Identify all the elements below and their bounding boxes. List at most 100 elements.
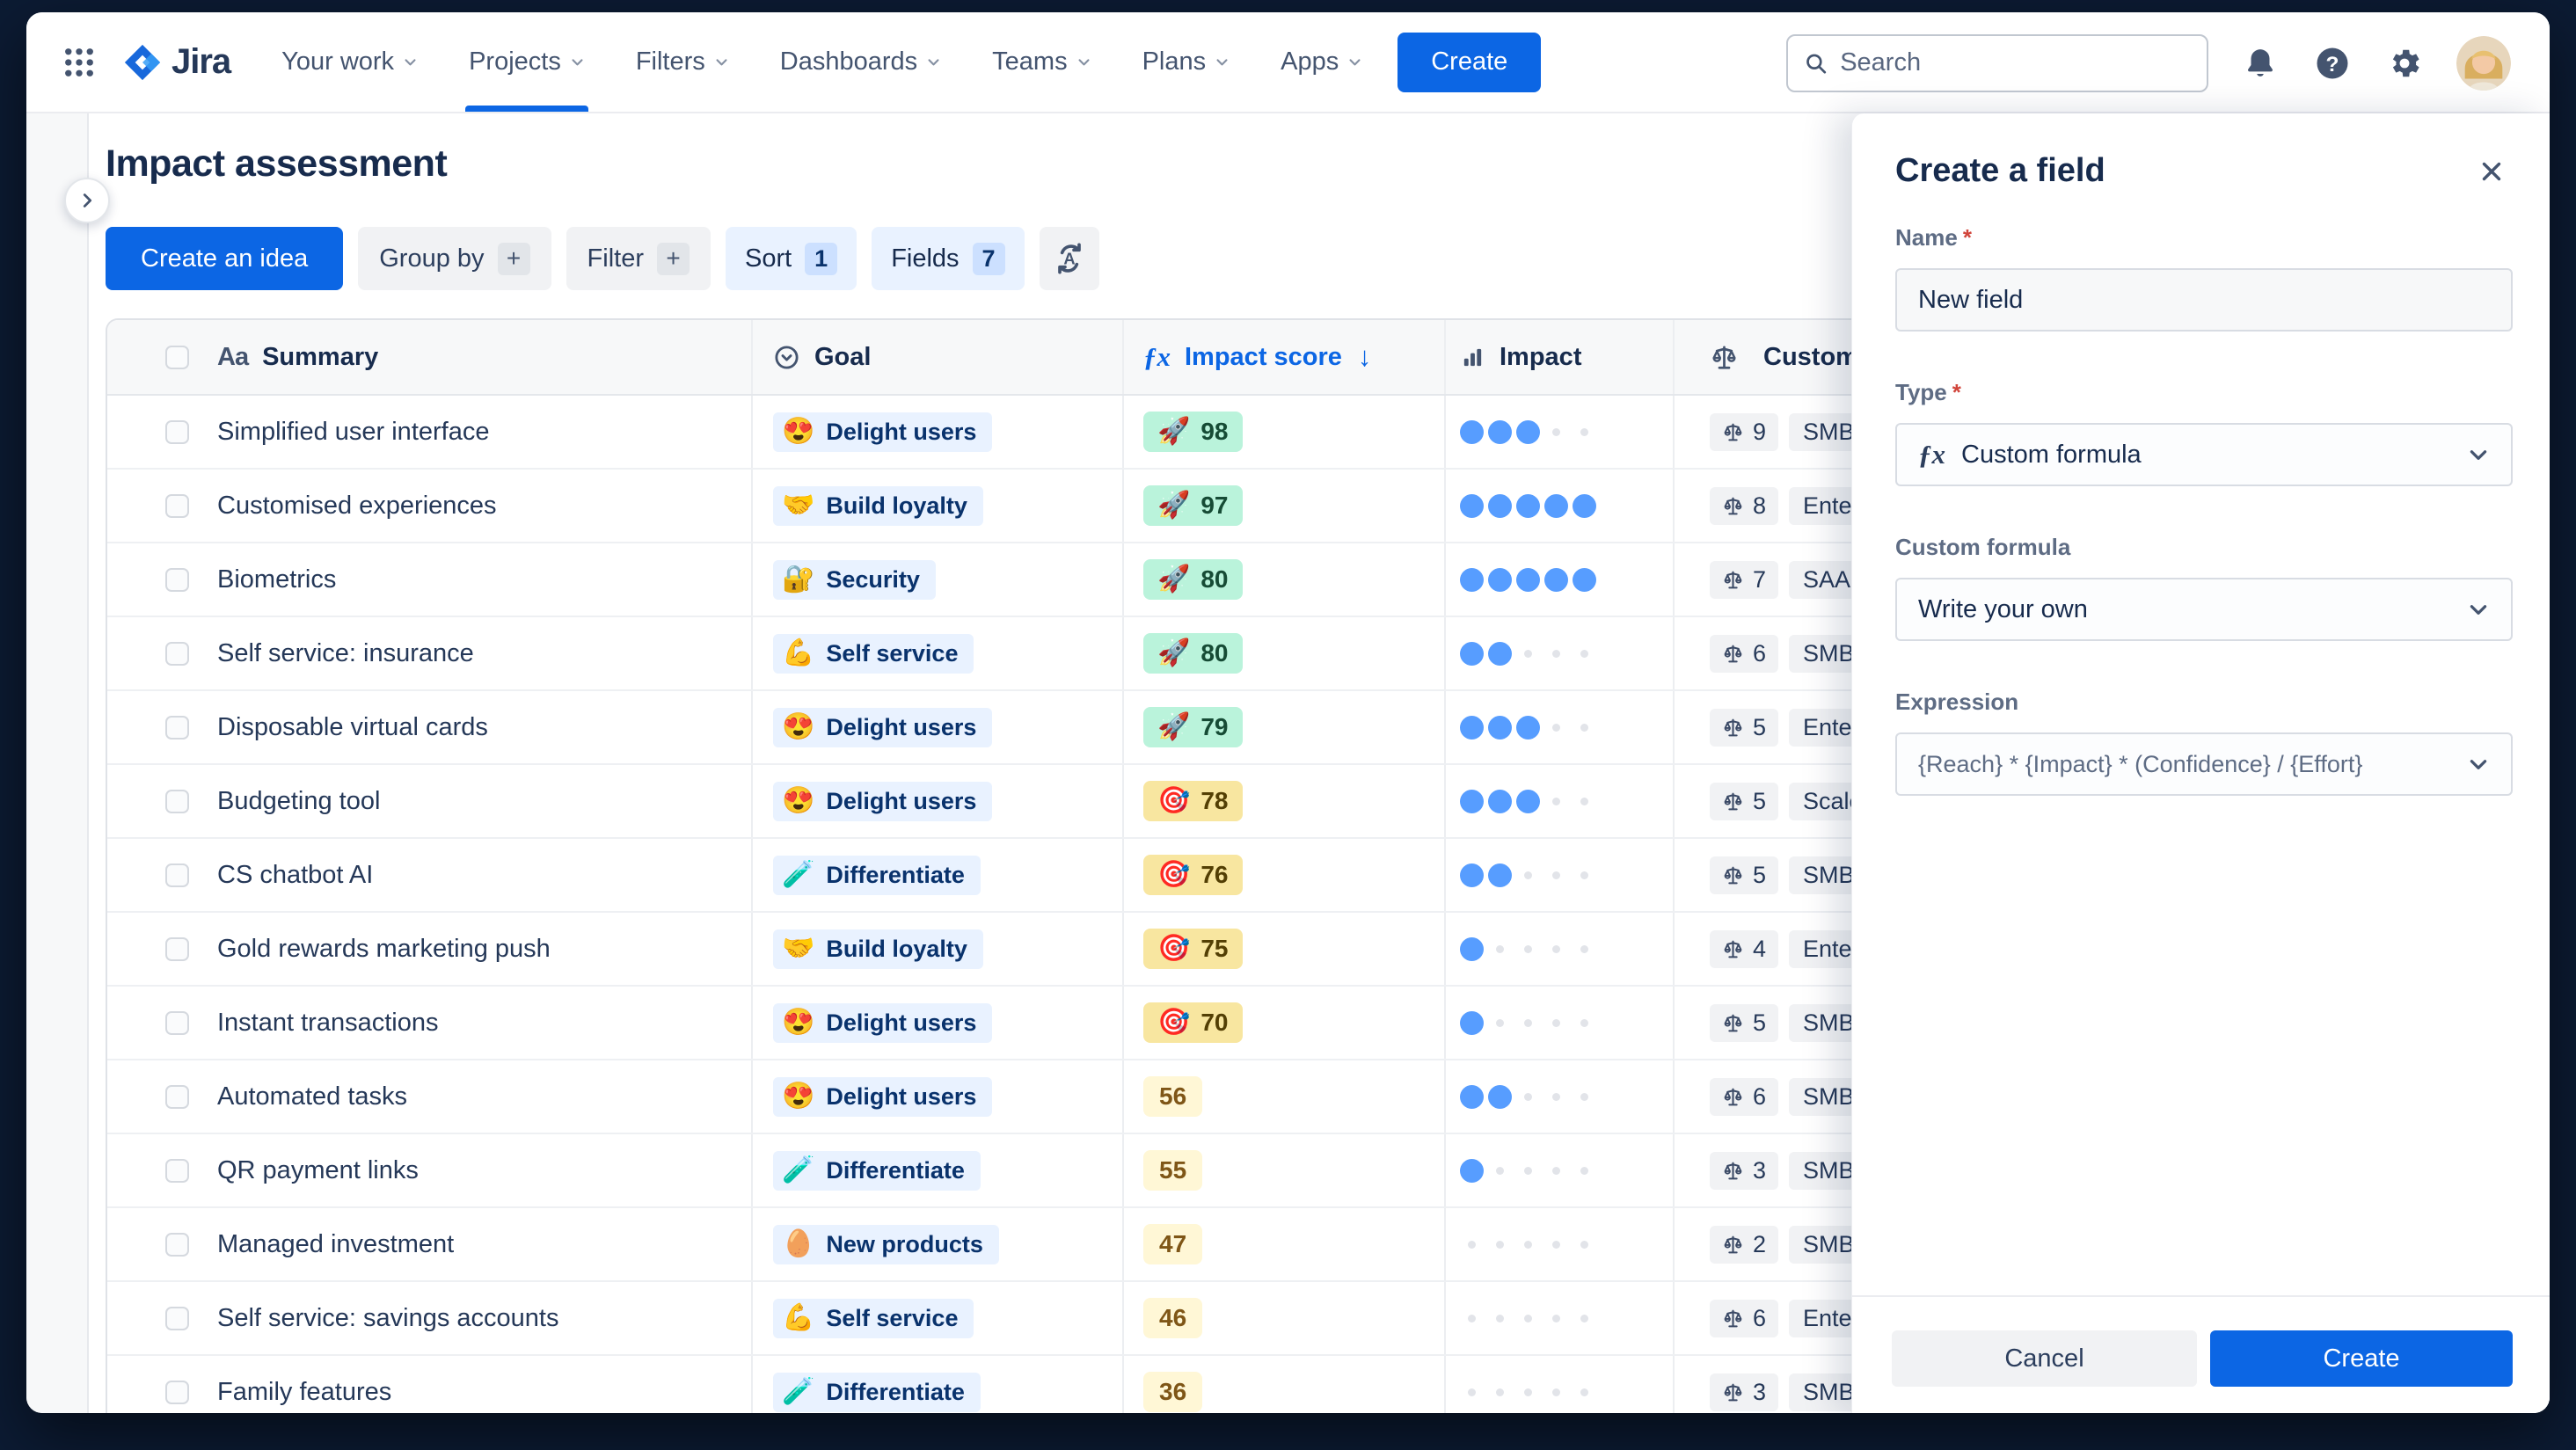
impact-score-cell[interactable]: 🎯 70 <box>1122 987 1444 1059</box>
impact-cell[interactable] <box>1444 987 1673 1059</box>
goal-cell[interactable]: 😍 Delight users <box>751 765 1122 837</box>
row-checkbox[interactable] <box>165 1380 189 1404</box>
user-avatar[interactable] <box>2456 35 2511 91</box>
goal-cell[interactable]: 💪 Self service <box>751 617 1122 689</box>
goal-cell[interactable]: 💪 Self service <box>751 1282 1122 1354</box>
row-checkbox[interactable] <box>165 1084 189 1109</box>
impact-cell[interactable] <box>1444 765 1673 837</box>
column-header-impact[interactable]: Impact <box>1444 320 1673 394</box>
help-button[interactable]: ? <box>2312 43 2353 84</box>
goal-cell[interactable]: 🧪 Differentiate <box>751 1356 1122 1413</box>
create-idea-button[interactable]: Create an idea <box>106 227 344 290</box>
nav-item-your-work[interactable]: Your work <box>281 12 418 112</box>
row-checkbox[interactable] <box>165 1306 189 1330</box>
impact-cell[interactable] <box>1444 839 1673 911</box>
impact-cell[interactable] <box>1444 1060 1673 1133</box>
nav-item-apps[interactable]: Apps <box>1281 12 1362 112</box>
expand-sidebar-button[interactable] <box>64 178 110 223</box>
impact-score-cell[interactable]: 🚀 98 <box>1122 396 1444 468</box>
impact-cell[interactable] <box>1444 691 1673 763</box>
column-header-impact-score[interactable]: ƒx Impact score ↓ <box>1122 320 1444 394</box>
summary-cell[interactable]: Self service: savings accounts <box>107 1282 751 1354</box>
impact-score-cell[interactable]: 47 <box>1122 1208 1444 1280</box>
auto-sort-button[interactable]: A <box>1039 227 1099 290</box>
summary-cell[interactable]: CS chatbot AI <box>107 839 751 911</box>
impact-score-cell[interactable]: 55 <box>1122 1134 1444 1206</box>
summary-cell[interactable]: Instant transactions <box>107 987 751 1059</box>
create-field-button[interactable]: Create <box>2210 1330 2513 1387</box>
notifications-button[interactable] <box>2240 43 2280 84</box>
row-checkbox[interactable] <box>165 863 189 887</box>
row-checkbox[interactable] <box>165 715 189 740</box>
impact-cell[interactable] <box>1444 396 1673 468</box>
impact-score-cell[interactable]: 36 <box>1122 1356 1444 1413</box>
summary-cell[interactable]: Simplified user interface <box>107 396 751 468</box>
row-checkbox[interactable] <box>165 789 189 813</box>
summary-cell[interactable]: Biometrics <box>107 543 751 616</box>
row-checkbox[interactable] <box>165 419 189 444</box>
impact-score-cell[interactable]: 🎯 75 <box>1122 913 1444 985</box>
impact-score-cell[interactable]: 🚀 80 <box>1122 543 1444 616</box>
global-create-button[interactable]: Create <box>1397 32 1542 92</box>
impact-cell[interactable] <box>1444 543 1673 616</box>
goal-cell[interactable]: 😍 Delight users <box>751 691 1122 763</box>
summary-cell[interactable]: Customised experiences <box>107 470 751 542</box>
row-checkbox[interactable] <box>165 493 189 518</box>
nav-item-dashboards[interactable]: Dashboards <box>780 12 941 112</box>
summary-cell[interactable]: Automated tasks <box>107 1060 751 1133</box>
impact-cell[interactable] <box>1444 1134 1673 1206</box>
summary-cell[interactable]: Budgeting tool <box>107 765 751 837</box>
impact-cell[interactable] <box>1444 1356 1673 1413</box>
close-panel-button[interactable] <box>2474 154 2509 189</box>
nav-item-projects[interactable]: Projects <box>465 12 588 112</box>
impact-score-cell[interactable]: 🎯 78 <box>1122 765 1444 837</box>
goal-cell[interactable]: 😍 Delight users <box>751 987 1122 1059</box>
column-header-goal[interactable]: Goal <box>751 320 1122 394</box>
row-checkbox[interactable] <box>165 567 189 592</box>
summary-cell[interactable]: Disposable virtual cards <box>107 691 751 763</box>
group-by-button[interactable]: Group by + <box>358 227 551 290</box>
goal-cell[interactable]: 🤝 Build loyalty <box>751 913 1122 985</box>
jira-logo[interactable]: Jira <box>122 42 231 83</box>
summary-cell[interactable]: QR payment links <box>107 1134 751 1206</box>
global-search[interactable] <box>1786 33 2208 92</box>
nav-item-teams[interactable]: Teams <box>992 12 1091 112</box>
settings-button[interactable] <box>2384 43 2425 84</box>
custom-formula-select[interactable]: Write your own <box>1895 578 2513 641</box>
column-header-summary[interactable]: Aa Summary <box>107 320 751 394</box>
search-input[interactable] <box>1840 48 2191 77</box>
summary-cell[interactable]: Managed investment <box>107 1208 751 1280</box>
filter-button[interactable]: Filter + <box>566 227 711 290</box>
expression-select[interactable]: {Reach} * {Impact} * (Confidence} / {Eff… <box>1895 732 2513 796</box>
impact-cell[interactable] <box>1444 1208 1673 1280</box>
select-all-checkbox[interactable] <box>165 345 189 369</box>
summary-cell[interactable]: Self service: insurance <box>107 617 751 689</box>
impact-cell[interactable] <box>1444 913 1673 985</box>
goal-cell[interactable]: 🧪 Differentiate <box>751 839 1122 911</box>
row-checkbox[interactable] <box>165 641 189 666</box>
field-name-input[interactable] <box>1895 268 2513 332</box>
app-switcher-icon[interactable] <box>59 42 99 83</box>
cancel-button[interactable]: Cancel <box>1892 1330 2197 1387</box>
impact-score-cell[interactable]: 46 <box>1122 1282 1444 1354</box>
impact-score-cell[interactable]: 🎯 76 <box>1122 839 1444 911</box>
sort-button[interactable]: Sort 1 <box>726 227 857 290</box>
fields-button[interactable]: Fields 7 <box>872 227 1025 290</box>
goal-cell[interactable]: 🤝 Build loyalty <box>751 470 1122 542</box>
goal-cell[interactable]: 🧪 Differentiate <box>751 1134 1122 1206</box>
nav-item-filters[interactable]: Filters <box>636 12 729 112</box>
row-checkbox[interactable] <box>165 1158 189 1183</box>
goal-cell[interactable]: 😍 Delight users <box>751 1060 1122 1133</box>
goal-cell[interactable]: 😍 Delight users <box>751 396 1122 468</box>
summary-cell[interactable]: Gold rewards marketing push <box>107 913 751 985</box>
impact-score-cell[interactable]: 🚀 79 <box>1122 691 1444 763</box>
goal-cell[interactable]: 🥚 New products <box>751 1208 1122 1280</box>
goal-cell[interactable]: 🔐 Security <box>751 543 1122 616</box>
row-checkbox[interactable] <box>165 1232 189 1257</box>
impact-cell[interactable] <box>1444 470 1673 542</box>
impact-cell[interactable] <box>1444 1282 1673 1354</box>
row-checkbox[interactable] <box>165 936 189 961</box>
impact-score-cell[interactable]: 🚀 97 <box>1122 470 1444 542</box>
field-type-select[interactable]: ƒx Custom formula <box>1895 423 2513 486</box>
impact-score-cell[interactable]: 🚀 80 <box>1122 617 1444 689</box>
